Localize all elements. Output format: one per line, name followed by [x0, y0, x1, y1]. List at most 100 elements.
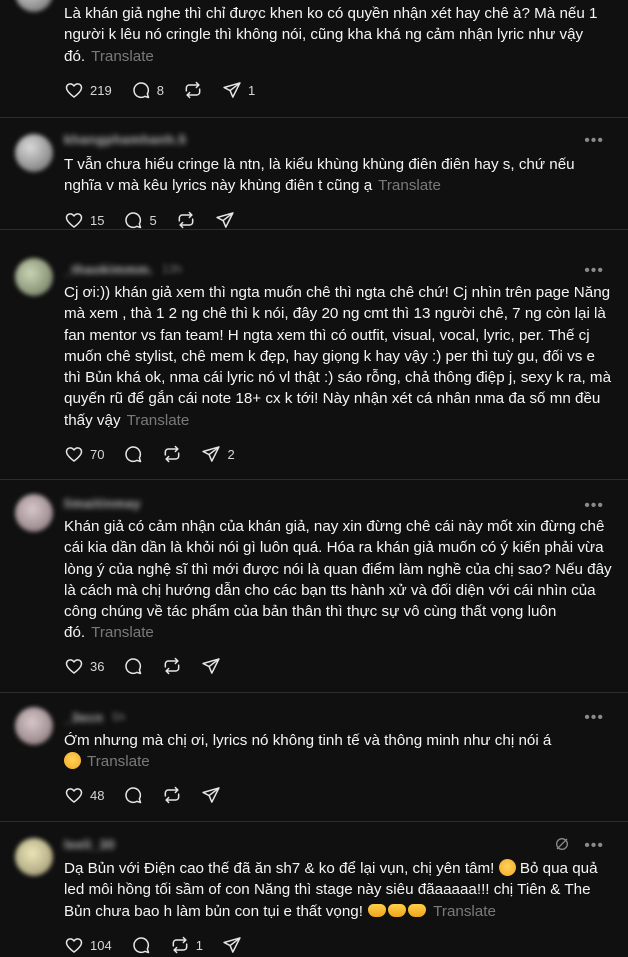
thread-post: Là khán giả nghe thì chỉ được khen ko có… — [0, 0, 628, 118]
share-icon — [222, 80, 242, 100]
post-body: T vẫn chưa hiểu cringe là ntn, là kiểu k… — [64, 156, 575, 195]
hushed-emoji-icon — [498, 859, 516, 876]
like-button[interactable]: 219 — [64, 80, 112, 100]
thread-post: _thaokimmm. 13h ••• Cj ơi:)) khán giả xe… — [0, 230, 628, 480]
username[interactable]: leeli_30 — [64, 837, 115, 852]
share-button[interactable]: 1 — [222, 80, 255, 100]
more-icon[interactable]: ••• — [584, 498, 604, 514]
heart-icon — [64, 444, 84, 464]
reply-button[interactable] — [123, 444, 143, 464]
share-count: 1 — [247, 82, 256, 98]
post-text: Dạ Bủn với Điện cao thế đã ăn sh7 & ko đ… — [64, 858, 616, 922]
translate-link[interactable]: Translate — [378, 177, 441, 194]
like-button[interactable]: 36 — [64, 656, 104, 676]
reply-button[interactable] — [123, 785, 143, 805]
repost-button[interactable] — [162, 444, 182, 464]
heart-icon — [64, 656, 84, 676]
post-time: 5h — [112, 710, 126, 724]
repost-icon — [183, 80, 203, 100]
like-button[interactable]: 70 — [64, 444, 104, 464]
post-body: Dạ Bủn với Điện cao thế đã ăn sh7 & ko đ… — [64, 860, 495, 877]
like-count: 48 — [90, 787, 105, 803]
reply-count: 5 — [149, 212, 157, 228]
like-count: 36 — [90, 658, 105, 674]
share-button[interactable]: 2 — [201, 444, 235, 464]
reply-button[interactable]: 5 — [123, 210, 157, 230]
post-text: Ớm nhưng mà chị ơi, lyrics nó không tinh… — [64, 730, 616, 773]
more-icon[interactable]: ••• — [584, 133, 604, 149]
heart-icon — [64, 935, 84, 955]
avatar[interactable] — [15, 134, 53, 172]
thread-post: _3ecn 5h ••• Ớm nhưng mà chị ơi, lyrics … — [0, 693, 628, 822]
username[interactable]: khangphamhanh.5 — [64, 132, 186, 147]
translate-link[interactable]: Translate — [91, 624, 154, 641]
heart-icon — [64, 785, 84, 805]
action-bar: 219 8 1 — [64, 80, 274, 100]
avatar[interactable] — [15, 0, 53, 12]
share-button[interactable] — [222, 935, 242, 955]
reply-button[interactable] — [123, 656, 143, 676]
flushed-emoji-icon — [64, 752, 81, 770]
translate-link[interactable]: Translate — [87, 753, 150, 770]
share-count: 2 — [227, 446, 235, 462]
thread-post: khangphamhanh.5 ••• T vẫn chưa hiểu crin… — [0, 118, 628, 230]
thread-post: leeli_30 ••• Dạ Bủn với Điện cao thế đã … — [0, 822, 628, 957]
comment-icon — [123, 444, 143, 464]
repost-button[interactable] — [176, 210, 196, 230]
action-bar: 104 1 — [64, 935, 261, 955]
share-icon — [201, 656, 221, 676]
like-button[interactable]: 104 — [64, 935, 112, 955]
post-body: Khán giả có cảm nhận của khán giả, nay x… — [64, 518, 612, 642]
like-count: 70 — [90, 446, 105, 462]
share-button[interactable] — [215, 210, 235, 230]
mute-icon[interactable] — [554, 836, 570, 852]
reply-button[interactable] — [131, 935, 151, 955]
more-icon[interactable]: ••• — [584, 838, 604, 854]
more-icon[interactable]: ••• — [584, 263, 604, 279]
share-icon — [222, 935, 242, 955]
post-body: Cj ơi:)) khán giả xem thì ngta muốn chê … — [64, 284, 612, 429]
post-text: Cj ơi:)) khán giả xem thì ngta muốn chê … — [64, 282, 616, 431]
reply-button[interactable]: 8 — [131, 80, 164, 100]
translate-link[interactable]: Translate — [91, 48, 154, 65]
repost-button[interactable]: 1 — [170, 935, 203, 955]
share-icon — [201, 785, 221, 805]
like-count: 104 — [90, 937, 112, 953]
comment-icon — [123, 210, 143, 230]
thread-post: limaitinmay ••• Khán giả có cảm nhận của… — [0, 480, 628, 693]
share-icon — [201, 444, 221, 464]
repost-button[interactable] — [183, 80, 203, 100]
action-bar: 36 — [64, 656, 240, 676]
share-button[interactable] — [201, 785, 221, 805]
repost-button[interactable] — [162, 785, 182, 805]
username[interactable]: _thaokimmm. — [64, 262, 153, 277]
action-bar: 70 2 — [64, 444, 254, 464]
heart-hands-emoji-icon — [388, 903, 407, 917]
translate-link[interactable]: Translate — [433, 903, 496, 920]
repost-icon — [162, 785, 182, 805]
post-body: Ớm nhưng mà chị ơi, lyrics nó không tinh… — [64, 732, 552, 749]
heart-hands-emoji-icon — [408, 903, 427, 917]
translate-link[interactable]: Translate — [127, 412, 190, 429]
share-button[interactable] — [201, 656, 221, 676]
avatar[interactable] — [15, 258, 53, 296]
repost-icon — [162, 656, 182, 676]
comment-icon — [123, 656, 143, 676]
avatar[interactable] — [15, 707, 53, 745]
action-bar: 15 5 — [64, 210, 254, 230]
like-count: 219 — [90, 82, 112, 98]
post-time: 13h — [162, 262, 183, 276]
reply-count: 8 — [156, 82, 164, 98]
like-button[interactable]: 48 — [64, 785, 104, 805]
action-bar: 48 — [64, 785, 240, 805]
repost-button[interactable] — [162, 656, 182, 676]
more-icon[interactable]: ••• — [584, 710, 604, 726]
comment-icon — [123, 785, 143, 805]
avatar[interactable] — [15, 494, 53, 532]
avatar[interactable] — [15, 838, 53, 876]
like-button[interactable]: 15 — [64, 210, 104, 230]
comment-icon — [131, 80, 151, 100]
repost-count: 1 — [195, 937, 203, 953]
username[interactable]: limaitinmay — [64, 496, 141, 511]
username[interactable]: _3ecn — [64, 710, 103, 725]
